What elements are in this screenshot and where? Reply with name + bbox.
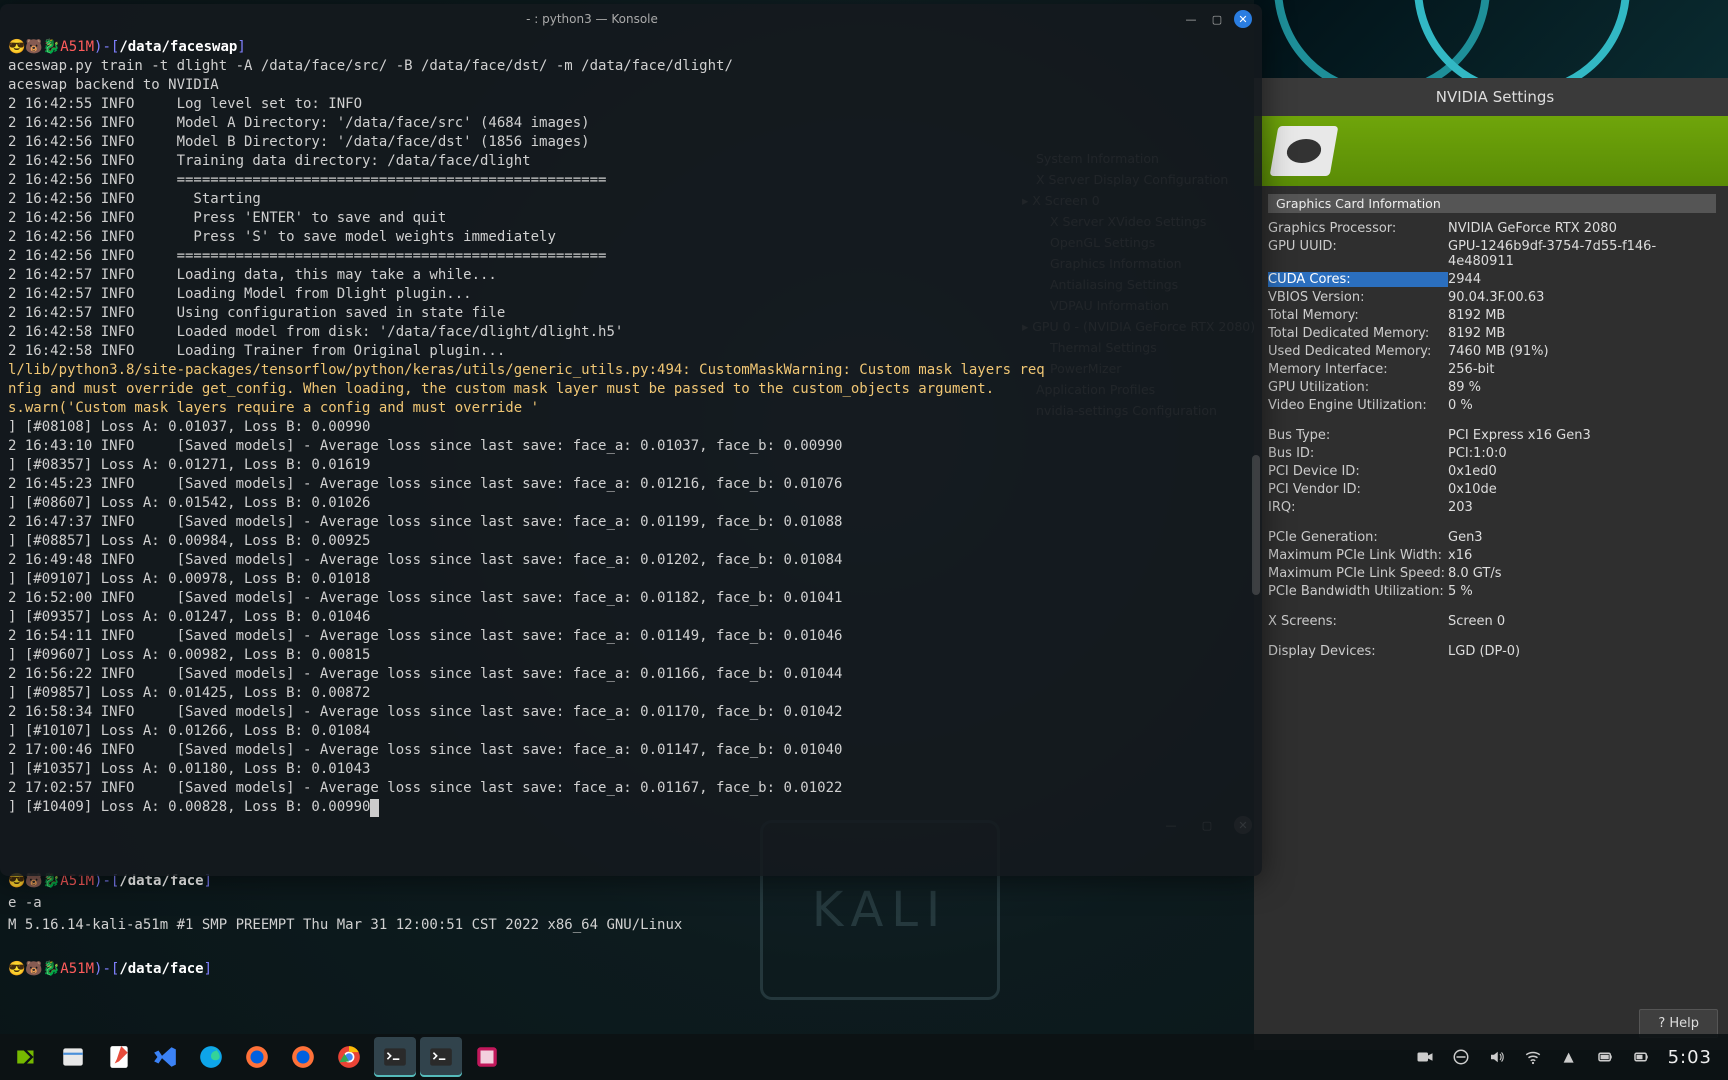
battery2-tray-icon[interactable] (1632, 1048, 1650, 1066)
texteditor-icon[interactable] (98, 1037, 140, 1077)
nvidia-info-row: Used Dedicated Memory:7460 MB (91%) (1268, 342, 1716, 360)
scrollbar[interactable] (1252, 455, 1260, 595)
firefox-icon[interactable] (236, 1037, 278, 1077)
files-icon[interactable] (52, 1037, 94, 1077)
nvidia-info-row: Display Devices:LGD (DP-0) (1268, 642, 1716, 660)
nvidia-info-row: IRQ:203 (1268, 498, 1716, 516)
nvidia-tray-icon[interactable] (6, 1037, 48, 1077)
nvidia-info-row: PCI Vendor ID:0x10de (1268, 480, 1716, 498)
nvidia-info-row: Total Memory:8192 MB (1268, 306, 1716, 324)
nvidia-info-row: PCIe Bandwidth Utilization:5 % (1268, 582, 1716, 600)
terminal-icon-2[interactable] (420, 1037, 462, 1077)
nvidia-info-row: Graphics Processor:NVIDIA GeForce RTX 20… (1268, 219, 1716, 237)
volume-tray-icon[interactable] (1488, 1048, 1506, 1066)
nvidia-info-row: Total Dedicated Memory:8192 MB (1268, 324, 1716, 342)
nvidia-info-row: PCI Device ID:0x1ed0 (1268, 462, 1716, 480)
camera-tray-icon[interactable] (1416, 1048, 1434, 1066)
nvidia-brand-stripe (1254, 0, 1728, 78)
nvidia-info-row: VBIOS Version:90.04.3F.00.63 (1268, 288, 1716, 306)
nvidia-logo-icon (1270, 126, 1339, 176)
caret-up-icon[interactable]: ▲ (1560, 1048, 1578, 1066)
nvidia-info-row: CUDA Cores:2944 (1268, 270, 1716, 288)
nvidia-info-row: Maximum PCIe Link Speed:8.0 GT/s (1268, 564, 1716, 582)
nvidia-header-bar (1254, 116, 1728, 186)
terminal-body[interactable]: 😎🐻🐉A51M)-[/data/faceswap] aceswap.py tra… (0, 34, 1262, 876)
nvidia-info-row: Bus ID:PCI:1:0:0 (1268, 444, 1716, 462)
edge-icon[interactable] (190, 1037, 232, 1077)
nvidia-section-header: Graphics Card Information (1268, 194, 1716, 213)
chrome-icon[interactable] (328, 1037, 370, 1077)
wifi-tray-icon[interactable] (1524, 1048, 1542, 1066)
minimize-button[interactable]: — (1182, 10, 1200, 28)
close-button[interactable]: ✕ (1234, 10, 1252, 28)
vscode-icon[interactable] (144, 1037, 186, 1077)
maximize-button[interactable]: ▢ (1208, 10, 1226, 28)
terminal-icon[interactable] (374, 1037, 416, 1077)
nvidia-info-row: GPU Utilization:89 % (1268, 378, 1716, 396)
nvidia-info-row: Maximum PCIe Link Width:x16 (1268, 546, 1716, 564)
konsole-titlebar[interactable]: - : python3 — Konsole — ▢ ✕ (0, 4, 1262, 34)
window-title: - : python3 — Konsole (10, 12, 1174, 26)
nvidia-info-row: Memory Interface:256-bit (1268, 360, 1716, 378)
nvidia-info-row: PCIe Generation:Gen3 (1268, 528, 1716, 546)
background-terminal-body[interactable]: 😎🐻🐉A51M)-[/data/face] e -a M 5.16.14-kal… (0, 870, 1262, 980)
battery-tray-icon[interactable] (1596, 1048, 1614, 1066)
nvidia-window-title: NVIDIA Settings (1254, 78, 1728, 116)
nvidia-info-panel: Graphics Card Information Graphics Proce… (1254, 186, 1728, 997)
nvidia-info-row: Bus Type:PCI Express x16 Gen3 (1268, 426, 1716, 444)
clock[interactable]: 5:03 (1668, 1047, 1712, 1068)
nvidia-info-row: Video Engine Utilization:0 % (1268, 396, 1716, 414)
app-icon[interactable] (466, 1037, 508, 1077)
taskbar: ▲ 5:03 (0, 1034, 1728, 1080)
nvidia-settings-window: NVIDIA Settings Graphics Card Informatio… (1254, 0, 1728, 1050)
firefox-icon-2[interactable] (282, 1037, 324, 1077)
nvidia-info-row: X Screens:Screen 0 (1268, 612, 1716, 630)
konsole-window: - : python3 — Konsole — ▢ ✕ 😎🐻🐉A51M)-[/d… (0, 4, 1262, 876)
nvidia-info-row: GPU UUID:GPU-1246b9df-3754-7d55-f146-4e4… (1268, 237, 1716, 270)
dnd-tray-icon[interactable] (1452, 1048, 1470, 1066)
